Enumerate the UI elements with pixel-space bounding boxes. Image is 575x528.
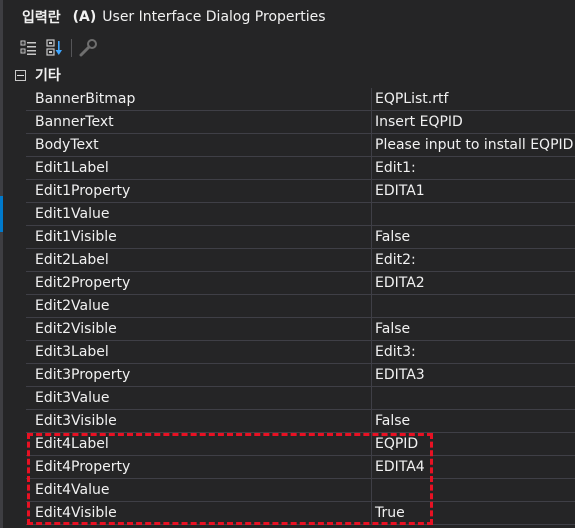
toolbar-separator [71, 39, 72, 57]
property-row[interactable]: BannerBitmap EQPList.rtf [3, 88, 575, 111]
row-gutter [3, 410, 26, 433]
property-row[interactable]: Edit4Value [3, 479, 575, 502]
property-row[interactable]: Edit4Label EQPID [3, 433, 575, 456]
property-value[interactable]: Edit1: [372, 157, 575, 179]
property-name: Edit2Visible [35, 321, 117, 337]
property-name: Edit1Value [35, 206, 110, 222]
property-value[interactable]: Insert EQPID [372, 111, 575, 133]
property-row[interactable]: Edit2Property EDITA2 [3, 272, 575, 295]
property-row[interactable]: Edit3Value [3, 387, 575, 410]
property-pages-button[interactable] [76, 37, 100, 59]
property-value[interactable] [372, 295, 575, 317]
property-value[interactable]: Edit3: [372, 341, 575, 363]
row-gutter [3, 272, 26, 295]
property-name: Edit1Label [35, 160, 109, 176]
row-gutter [3, 249, 26, 272]
property-row[interactable]: Edit3Visible False [3, 410, 575, 433]
row-gutter [3, 387, 26, 410]
row-gutter [3, 180, 26, 203]
property-value[interactable]: EDITA4 [372, 456, 575, 478]
properties-header: 입력란 (A) User Interface Dialog Properties [3, 0, 575, 34]
alphabetical-button[interactable] [43, 37, 67, 59]
property-row[interactable]: Edit2Label Edit2: [3, 249, 575, 272]
property-value[interactable] [372, 387, 575, 409]
properties-toolbar [3, 34, 575, 62]
property-name: Edit3Visible [35, 413, 117, 429]
property-name: Edit4Label [35, 436, 109, 452]
property-value[interactable]: Please input to install EQPID [372, 134, 575, 156]
property-name: Edit2Label [35, 252, 109, 268]
row-gutter [3, 203, 26, 226]
category-row[interactable]: 기타 [3, 62, 575, 88]
object-type: (A) [72, 9, 97, 25]
row-gutter [3, 364, 26, 387]
property-row[interactable]: Edit1Visible False [3, 226, 575, 249]
property-value[interactable]: EDITA3 [372, 364, 575, 386]
property-row[interactable]: Edit3Property EDITA3 [3, 364, 575, 387]
property-rows: BannerBitmap EQPList.rtf BannerText Insert … [3, 88, 575, 525]
property-name: BannerText [35, 114, 114, 130]
property-row[interactable]: Edit4Visible True [3, 502, 575, 525]
property-name: Edit1Property [35, 183, 131, 199]
row-gutter [3, 226, 26, 249]
row-gutter [3, 88, 26, 111]
property-name: Edit1Visible [35, 229, 117, 245]
property-value[interactable]: True [372, 502, 575, 524]
object-description: User Interface Dialog Properties [102, 9, 326, 25]
row-gutter [3, 318, 26, 341]
property-name: Edit2Property [35, 275, 131, 291]
property-row[interactable]: Edit2Visible False [3, 318, 575, 341]
row-gutter [3, 433, 26, 456]
row-gutter [3, 502, 26, 525]
property-value[interactable]: EQPID [372, 433, 575, 455]
property-name: Edit2Value [35, 298, 110, 314]
property-value[interactable]: EDITA2 [372, 272, 575, 294]
property-name: Edit4Property [35, 459, 131, 475]
property-name: BodyText [35, 137, 99, 153]
property-name: Edit4Value [35, 482, 110, 498]
property-row[interactable]: Edit3Label Edit3: [3, 341, 575, 364]
property-row[interactable]: Edit4Property EDITA4 [3, 456, 575, 479]
property-row[interactable]: BannerText Insert EQPID [3, 111, 575, 134]
property-value[interactable]: Edit2: [372, 249, 575, 271]
row-gutter [3, 111, 26, 134]
property-name: Edit3Property [35, 367, 131, 383]
property-value[interactable]: EQPList.rtf [372, 88, 575, 110]
row-gutter [3, 479, 26, 502]
collapse-icon[interactable] [15, 69, 26, 81]
row-gutter [3, 295, 26, 318]
categorized-button[interactable] [17, 37, 41, 59]
property-value[interactable]: EDITA1 [372, 180, 575, 202]
row-gutter [3, 157, 26, 180]
property-row[interactable]: BodyText Please input to install EQPID [3, 134, 575, 157]
property-value[interactable] [372, 203, 575, 225]
row-gutter [3, 456, 26, 479]
property-grid: 기타 BannerBitmap EQPList.rtf BannerText Inse… [3, 62, 575, 528]
property-name: BannerBitmap [35, 91, 136, 107]
alphabetical-icon [46, 39, 62, 56]
property-row[interactable]: Edit2Value [3, 295, 575, 318]
property-name: Edit3Value [35, 390, 110, 406]
property-name: Edit3Label [35, 344, 109, 360]
categorized-icon [20, 40, 36, 55]
property-value[interactable]: False [372, 226, 575, 248]
row-gutter [3, 341, 26, 364]
property-value[interactable]: False [372, 318, 575, 340]
property-row[interactable]: Edit1Label Edit1: [3, 157, 575, 180]
property-value[interactable]: False [372, 410, 575, 432]
category-label: 기타 [35, 68, 61, 84]
property-row[interactable]: Edit1Property EDITA1 [3, 180, 575, 203]
property-value[interactable] [372, 479, 575, 501]
property-pages-icon [79, 39, 97, 57]
row-gutter [3, 134, 26, 157]
object-name: 입력란 [22, 10, 61, 26]
property-name: Edit4Visible [35, 505, 117, 521]
property-row[interactable]: Edit1Value [3, 203, 575, 226]
